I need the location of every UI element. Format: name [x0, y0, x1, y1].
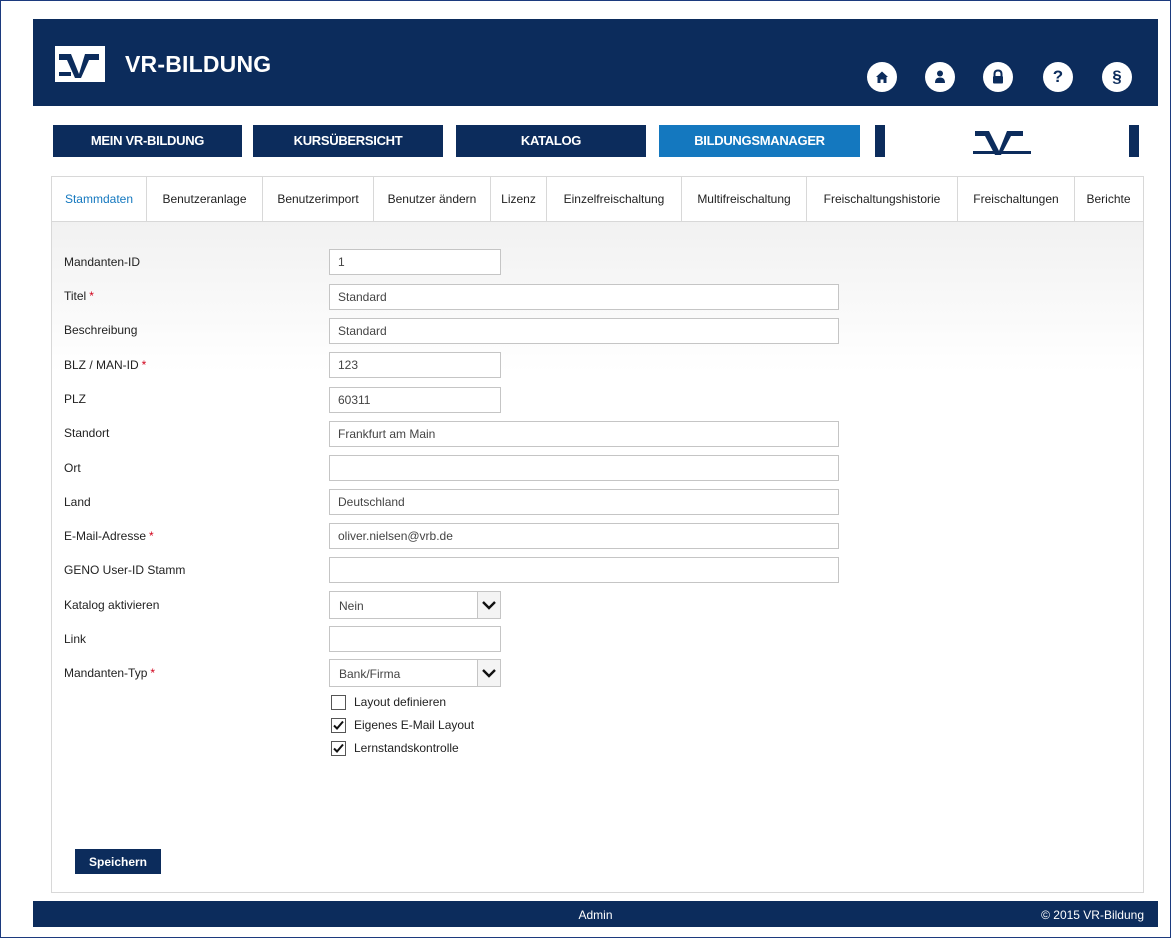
checkbox-label: Eigenes E-Mail Layout — [354, 718, 475, 732]
paragraph-icon[interactable]: § — [1102, 62, 1132, 92]
label-beschreibung: Beschreibung — [64, 323, 138, 337]
tab-stammdaten[interactable]: Stammdaten — [52, 177, 147, 221]
label-geno-user-id: GENO User-ID Stamm — [64, 563, 186, 577]
tab-benutzer-aendern[interactable]: Benutzer ändern — [374, 177, 491, 221]
label-katalog-aktivieren: Katalog aktivieren — [64, 598, 160, 612]
nav-mein-vr-bildung[interactable]: MEIN VR-BILDUNG — [53, 125, 242, 157]
tab-lizenz[interactable]: Lizenz — [491, 177, 547, 221]
geno-user-id-input[interactable] — [329, 557, 839, 583]
mandanten-id-input[interactable] — [329, 249, 501, 275]
label-titel: Titel * — [64, 289, 94, 303]
nav-kursuebersicht[interactable]: KURSÜBERSICHT — [253, 125, 443, 157]
required-marker: * — [149, 529, 154, 543]
lock-icon[interactable] — [983, 62, 1013, 92]
label-mandanten-typ: Mandanten-Typ * — [64, 666, 156, 680]
katalog-aktivieren-value: Nein — [339, 599, 364, 613]
tab-multifreischaltung[interactable]: Multifreischaltung — [682, 177, 807, 221]
standort-input[interactable] — [329, 421, 839, 447]
check-icon — [333, 743, 344, 753]
tab-berichte[interactable]: Berichte — [1075, 177, 1142, 221]
label-blz-man-id: BLZ / MAN-ID * — [64, 358, 147, 372]
label-plz: PLZ — [64, 392, 87, 406]
help-icon[interactable]: ? — [1043, 62, 1073, 92]
nav-divider — [875, 125, 885, 157]
checkbox-checked[interactable] — [331, 718, 346, 733]
home-icon[interactable] — [867, 62, 897, 92]
label-ort: Ort — [64, 461, 81, 475]
footer: Admin © 2015 VR-Bildung — [33, 901, 1158, 927]
email-input[interactable] — [329, 523, 839, 549]
beschreibung-input[interactable] — [329, 318, 839, 344]
link-input[interactable] — [329, 626, 501, 652]
nav-bildungsmanager[interactable]: BILDUNGSMANAGER — [659, 125, 860, 157]
chevron-down-icon[interactable] — [477, 592, 500, 618]
tab-benutzerimport[interactable]: Benutzerimport — [263, 177, 374, 221]
header: VR-BILDUNG ? § — [33, 19, 1158, 106]
label-mandanten-id: Mandanten-ID — [64, 255, 141, 269]
save-button[interactable]: Speichern — [75, 849, 161, 874]
blz-man-id-input[interactable] — [329, 352, 501, 378]
tab-einzelfreischaltung[interactable]: Einzelfreischaltung — [547, 177, 682, 221]
checkbox-label: Lernstandskontrolle — [354, 741, 459, 755]
vr-emblem-icon — [973, 131, 1031, 155]
titel-input[interactable] — [329, 284, 839, 310]
check-icon — [333, 720, 344, 730]
vr-logo-icon[interactable] — [55, 46, 105, 82]
tab-benutzeranlage[interactable]: Benutzeranlage — [147, 177, 263, 221]
footer-user: Admin — [578, 908, 613, 922]
plz-input[interactable] — [329, 387, 501, 413]
checkbox-checked[interactable] — [331, 741, 346, 756]
checkbox-label: Layout definieren — [354, 695, 447, 709]
mandanten-typ-value: Bank/Firma — [339, 667, 401, 681]
footer-copyright: © 2015 VR-Bildung — [1041, 908, 1144, 922]
brand-title: VR-BILDUNG — [125, 51, 272, 77]
app-frame: VR-BILDUNG ? § MEIN VR-BILDUNG KURSÜBERS… — [0, 0, 1171, 938]
user-icon[interactable] — [925, 62, 955, 92]
nav-divider-right — [1129, 125, 1139, 157]
checkbox-unchecked[interactable] — [331, 695, 346, 710]
ort-input[interactable] — [329, 455, 839, 481]
label-link: Link — [64, 632, 87, 646]
paragraph-glyph: § — [1112, 67, 1122, 86]
label-email: E-Mail-Adresse * — [64, 529, 154, 543]
label-land: Land — [64, 495, 91, 509]
label-standort: Standort — [64, 426, 110, 440]
tab-bar: Stammdaten Benutzeranlage Benutzerimport… — [52, 177, 1143, 222]
tab-freischaltungshistorie[interactable]: Freischaltungshistorie — [807, 177, 958, 221]
content-panel: Stammdaten Benutzeranlage Benutzerimport… — [51, 176, 1144, 893]
chevron-down-icon[interactable] — [477, 660, 500, 686]
tab-freischaltungen[interactable]: Freischaltungen — [958, 177, 1075, 221]
help-glyph: ? — [1052, 67, 1064, 86]
required-marker: * — [150, 666, 156, 680]
required-marker: * — [141, 358, 147, 372]
land-input[interactable] — [329, 489, 839, 515]
required-marker: * — [89, 289, 94, 303]
katalog-aktivieren-select[interactable]: Nein — [329, 591, 501, 619]
nav-katalog[interactable]: KATALOG — [456, 125, 646, 157]
mandanten-typ-select[interactable]: Bank/Firma — [329, 659, 501, 687]
